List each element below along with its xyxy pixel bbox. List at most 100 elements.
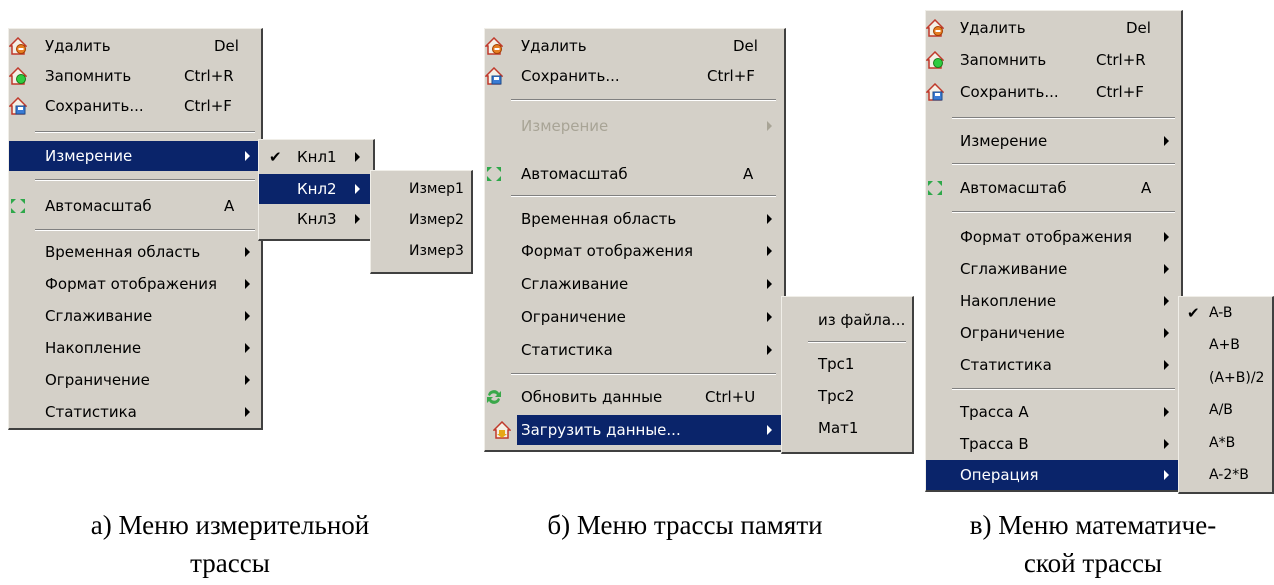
menu-item-label: Обновить данные <box>521 388 663 406</box>
menu-item-autoscale[interactable]: Автомасштаб A <box>485 159 784 189</box>
menu-item-remember[interactable]: Запомнить Ctrl+R <box>9 61 261 91</box>
shortcut-label: A <box>743 165 754 183</box>
submenu-arrow-icon <box>355 214 360 224</box>
submenu-arrow-icon <box>245 311 250 321</box>
menu-item-load-data[interactable]: Загрузить данные... <box>517 415 784 445</box>
shortcut-label: Del <box>1126 19 1151 37</box>
menu-item-limit[interactable]: Ограничение <box>926 318 1181 348</box>
menu-item-label: Ограничение <box>521 308 626 326</box>
submenu-arrow-icon <box>767 312 772 322</box>
menu-item-time-region[interactable]: Временная область <box>9 237 261 267</box>
submenu-arrow-icon <box>1164 232 1169 242</box>
menu-item-trc1[interactable]: Трс1 <box>782 349 912 379</box>
menu-item-save[interactable]: Сохранить... Ctrl+F <box>9 91 261 121</box>
menu-item-label: (A+B)/2 <box>1209 370 1265 386</box>
menu-item-label: Запомнить <box>45 67 132 85</box>
menu-item-label: Статистика <box>521 341 613 359</box>
submenu-arrow-icon <box>355 152 360 162</box>
menu-item-channel-3[interactable]: Кнл3 <box>259 204 373 234</box>
submenu-arrow-icon <box>245 407 250 417</box>
menu-item-from-file[interactable]: из файла... <box>782 305 912 335</box>
save-icon <box>926 83 944 101</box>
menu-item-operation[interactable]: Операция <box>926 460 1181 490</box>
submenu-load-data: из файла... Трс1 Трс2 Мат1 <box>781 296 914 454</box>
menu-item-label: Кнл2 <box>297 180 337 198</box>
load-icon <box>493 421 511 439</box>
menu-item-smoothing[interactable]: Сглаживание <box>926 254 1181 284</box>
menu-separator <box>35 179 255 181</box>
menu-item-measurement[interactable]: Измерение <box>9 141 261 171</box>
menu-item-autoscale[interactable]: Автомасштаб A <box>9 191 261 221</box>
menu-item-label: Формат отображения <box>960 228 1133 246</box>
submenu-arrow-icon <box>245 247 250 257</box>
menu-item-limit[interactable]: Ограничение <box>9 365 261 395</box>
menu-item-label: Запомнить <box>960 51 1047 69</box>
menu-separator <box>511 373 776 375</box>
menu-item-label: Трасса В <box>960 435 1029 453</box>
menu-item-label: Статистика <box>960 356 1052 374</box>
menu-item-delete[interactable]: Удалить Del <box>485 31 784 61</box>
menu-item-display-format[interactable]: Формат отображения <box>9 269 261 299</box>
menu-item-mat1[interactable]: Мат1 <box>782 413 912 443</box>
menu-item-statistics[interactable]: Статистика <box>485 335 784 365</box>
menu-item-trc2[interactable]: Трс2 <box>782 381 912 411</box>
context-menu-measurement-trace: Удалить Del Запомнить Ctrl+R Сохранить..… <box>8 28 263 430</box>
menu-item-statistics[interactable]: Статистика <box>9 397 261 427</box>
shortcut-label: A <box>224 197 235 215</box>
submenu-arrow-icon <box>245 343 250 353</box>
menu-item-save[interactable]: Сохранить... Ctrl+F <box>485 61 784 91</box>
menu-item-measure-3[interactable]: Измер3 <box>371 236 471 266</box>
menu-item-accumulation[interactable]: Накопление <box>9 333 261 363</box>
menu-item-measure-1[interactable]: Измер1 <box>371 174 471 204</box>
menu-item-label: Сглаживание <box>45 307 153 325</box>
menu-item-statistics[interactable]: Статистика <box>926 350 1181 380</box>
menu-item-a-plus-b[interactable]: A+B <box>1179 330 1272 360</box>
shortcut-label: Del <box>214 37 239 55</box>
menu-item-delete[interactable]: Удалить Del <box>926 13 1181 43</box>
menu-item-a-minus-b[interactable]: ✔ A-B <box>1179 298 1272 328</box>
check-icon: ✔ <box>269 148 282 166</box>
menu-item-a-minus-2b[interactable]: A-2*B <box>1179 460 1272 490</box>
save-icon <box>485 67 503 85</box>
menu-item-trace-b[interactable]: Трасса В <box>926 429 1181 459</box>
submenu-arrow-icon <box>767 279 772 289</box>
menu-item-a-div-b[interactable]: A/B <box>1179 395 1272 425</box>
menu-item-label: Загрузить данные... <box>521 421 681 439</box>
menu-item-label: Сохранить... <box>960 83 1059 101</box>
menu-item-label: Измерение <box>45 147 133 165</box>
menu-item-time-region[interactable]: Временная область <box>485 204 784 234</box>
caption-c-line1: в) Меню математиче- <box>969 510 1217 540</box>
menu-item-a-mul-b[interactable]: A*B <box>1179 428 1272 458</box>
menu-item-refresh-data[interactable]: Обновить данные Ctrl+U <box>485 382 784 412</box>
menu-item-measure-2[interactable]: Измер2 <box>371 205 471 235</box>
menu-item-label: Сохранить... <box>521 67 620 85</box>
submenu-arrow-icon <box>1164 407 1169 417</box>
menu-item-label: Операция <box>960 466 1039 484</box>
menu-item-channel-2[interactable]: Кнл2 <box>259 174 373 204</box>
delete-icon <box>926 19 944 37</box>
menu-item-average[interactable]: (A+B)/2 <box>1179 363 1272 393</box>
menu-item-delete[interactable]: Удалить Del <box>9 31 261 61</box>
menu-item-label: Измер3 <box>409 243 464 259</box>
menu-item-smoothing[interactable]: Сглаживание <box>485 269 784 299</box>
menu-item-display-format[interactable]: Формат отображения <box>485 236 784 266</box>
menu-item-label: Мат1 <box>818 419 859 437</box>
menu-item-label: A-2*B <box>1209 467 1249 483</box>
menu-item-label: Удалить <box>521 37 587 55</box>
menu-item-display-format[interactable]: Формат отображения <box>926 222 1181 252</box>
menu-item-save[interactable]: Сохранить... Ctrl+F <box>926 77 1181 107</box>
menu-item-limit[interactable]: Ограничение <box>485 302 784 332</box>
menu-item-label: Сглаживание <box>521 275 629 293</box>
menu-item-measurement[interactable]: Измерение <box>485 111 784 141</box>
menu-item-trace-a[interactable]: Трасса А <box>926 397 1181 427</box>
submenu-arrow-icon <box>1164 328 1169 338</box>
menu-item-smoothing[interactable]: Сглаживание <box>9 301 261 331</box>
menu-item-measurement[interactable]: Измерение <box>926 126 1181 156</box>
menu-item-remember[interactable]: Запомнить Ctrl+R <box>926 45 1181 75</box>
menu-separator <box>35 229 255 231</box>
menu-item-autoscale[interactable]: Автомасштаб A <box>926 173 1181 203</box>
submenu-arrow-icon <box>767 246 772 256</box>
menu-item-channel-1[interactable]: ✔ Кнл1 <box>259 142 373 172</box>
save-icon <box>9 97 27 115</box>
menu-item-accumulation[interactable]: Накопление <box>926 286 1181 316</box>
